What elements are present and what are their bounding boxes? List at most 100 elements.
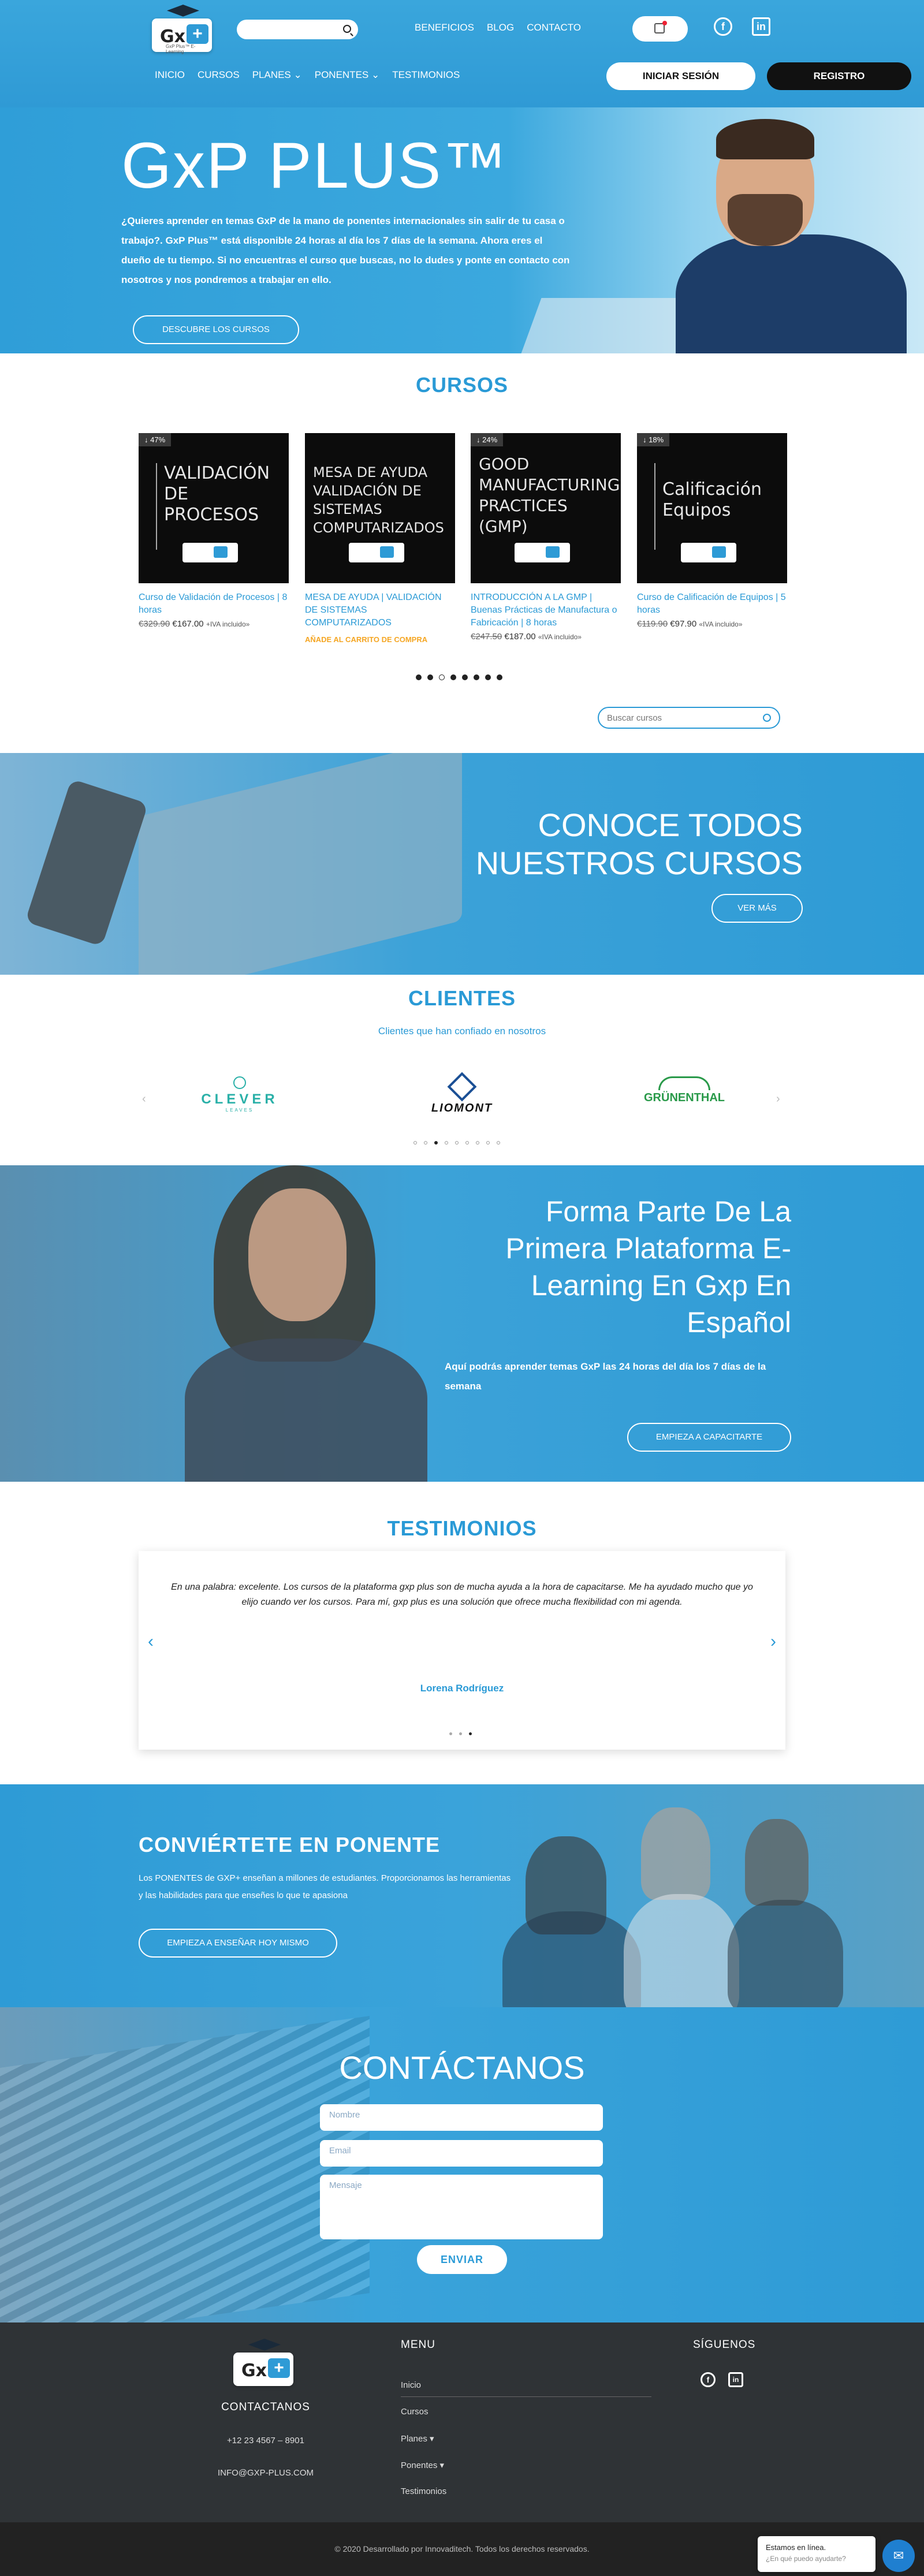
- course-card[interactable]: GOOD MANUFACTURING PRACTICES (GMP) ↓ 24%…: [471, 433, 621, 642]
- hero-photo: [653, 107, 924, 353]
- carousel-dot[interactable]: [485, 674, 491, 680]
- chevron-right-icon[interactable]: ›: [776, 1093, 780, 1106]
- linkedin-icon[interactable]: in: [728, 2372, 743, 2387]
- course-name[interactable]: Curso de Calificación de Equipos | 5 hor…: [637, 591, 787, 617]
- site-logo[interactable]: GxP + GxP Plus™ E-Learning: [147, 5, 217, 54]
- logo-tagline: GxP Plus™ E-Learning: [166, 44, 196, 54]
- chevron-left-icon[interactable]: ‹: [148, 1632, 154, 1652]
- carousel-dot[interactable]: [462, 674, 468, 680]
- linkedin-icon[interactable]: in: [752, 17, 770, 36]
- nav-planes[interactable]: PLANES ⌄: [252, 69, 302, 81]
- search-icon[interactable]: [763, 714, 771, 722]
- course-name[interactable]: Curso de Validación de Procesos | 8 hora…: [139, 591, 289, 617]
- banner-title: Forma Parte De La Primera Plataforma E-L…: [505, 1195, 791, 1339]
- footer-menu-title: MENU: [401, 2339, 435, 2351]
- carousel-dot[interactable]: [439, 674, 445, 680]
- add-to-cart-link[interactable]: AÑADE AL CARRITO DE COMPRA: [305, 635, 455, 644]
- carousel-dot[interactable]: [449, 1732, 452, 1735]
- footer-contact-title: CONTACTANOS: [221, 2401, 310, 2413]
- course-image[interactable]: GOOD MANUFACTURING PRACTICES (GMP) ↓ 24%: [471, 433, 621, 583]
- email-field[interactable]: Email: [320, 2140, 603, 2167]
- footer-link-ponentes[interactable]: Ponentes ▾: [401, 2460, 444, 2470]
- hero-copy: ¿Quieres aprender en temas GxP de la man…: [121, 215, 570, 285]
- login-button[interactable]: INICIAR SESIÓN: [606, 62, 755, 90]
- course-search-input[interactable]: Buscar cursos: [598, 707, 780, 729]
- carousel-dot[interactable]: [455, 1141, 459, 1145]
- header-search-input[interactable]: [237, 20, 358, 39]
- course-image[interactable]: Calificación Equipos ↓ 18%: [637, 433, 787, 583]
- nav-blog[interactable]: BLOG: [487, 22, 514, 33]
- course-logo: [681, 543, 736, 562]
- footer-link-inicio[interactable]: Inicio: [401, 2380, 421, 2390]
- course-image[interactable]: MESA DE AYUDA VALIDACIÓN DE SISTEMAS COM…: [305, 433, 455, 583]
- course-card[interactable]: VALIDACIÓN DE PROCESOS ↓ 47% Curso de Va…: [139, 433, 289, 629]
- carousel-dot[interactable]: [486, 1141, 490, 1145]
- course-price: €329.90 €167.00 +IVA incluido»: [139, 619, 250, 629]
- leaf-icon: [233, 1076, 246, 1089]
- course-card[interactable]: Calificación Equipos ↓ 18% Curso de Cali…: [637, 433, 787, 629]
- carousel-dot[interactable]: [450, 674, 456, 680]
- course-name[interactable]: INTRODUCCIÓN A LA GMP | Buenas Prácticas…: [471, 591, 621, 629]
- footer-link-cursos[interactable]: Cursos: [401, 2407, 429, 2417]
- nav-testimonios[interactable]: TESTIMONIOS: [392, 69, 460, 81]
- graduation-cap-icon: [248, 2339, 281, 2351]
- nav-inicio[interactable]: INICIO: [155, 69, 185, 81]
- course-price: €119.90 €97.90 «IVA incluido»: [637, 619, 743, 629]
- cart-badge: [662, 21, 667, 25]
- join-platform-banner: Forma Parte De La Primera Plataforma E-L…: [0, 1165, 924, 1482]
- cart-button[interactable]: [632, 16, 688, 42]
- nav-ponentes[interactable]: PONENTES ⌄: [315, 69, 379, 81]
- chat-widget[interactable]: Estamos en línea. ¿En qué puedo ayudarte…: [758, 2536, 875, 2572]
- carousel-dot[interactable]: [416, 674, 422, 680]
- footer-link-testimonios[interactable]: Testimonios: [401, 2486, 446, 2496]
- footer-phone[interactable]: +12 23 4567 – 8901: [208, 2436, 323, 2445]
- carousel-dot[interactable]: [497, 674, 502, 680]
- chat-status: Estamos en línea.: [766, 2543, 826, 2552]
- nav-contacto[interactable]: CONTACTO: [527, 22, 581, 33]
- start-training-button[interactable]: EMPIEZA A CAPACITARTE: [627, 1423, 791, 1452]
- laptop-photo: [139, 753, 462, 975]
- carousel-dot[interactable]: [474, 674, 479, 680]
- carousel-dot[interactable]: [459, 1732, 462, 1735]
- footer-logo[interactable]: GxP +: [229, 2339, 298, 2387]
- carousel-dot[interactable]: [497, 1141, 500, 1145]
- course-image[interactable]: VALIDACIÓN DE PROCESOS ↓ 47%: [139, 433, 289, 583]
- discover-courses-button[interactable]: DESCUBRE LOS CURSOS: [133, 315, 299, 344]
- facebook-icon[interactable]: f: [701, 2372, 716, 2387]
- name-field[interactable]: Nombre: [320, 2104, 603, 2131]
- footer-email[interactable]: INFO@GXP-PLUS.COM: [208, 2468, 323, 2478]
- footer-follow-title: SÍGUENOS: [693, 2339, 756, 2351]
- send-button[interactable]: ENVIAR: [417, 2245, 507, 2274]
- footer-link-planes[interactable]: Planes ▾: [401, 2433, 434, 2444]
- woman-photo: [173, 1165, 439, 1482]
- course-card[interactable]: MESA DE AYUDA VALIDACIÓN DE SISTEMAS COM…: [305, 433, 455, 644]
- start-teaching-button[interactable]: EMPIEZA A ENSEÑAR HOY MISMO: [139, 1929, 337, 1958]
- carousel-dot[interactable]: [427, 674, 433, 680]
- facebook-icon[interactable]: f: [714, 17, 732, 36]
- nav-cursos[interactable]: CURSOS: [198, 69, 240, 81]
- carousel-dot[interactable]: [445, 1141, 448, 1145]
- testimonial-author: Lorena Rodríguez: [420, 1683, 504, 1694]
- message-field[interactable]: Mensaje: [320, 2175, 603, 2239]
- contact-section: CONTÁCTANOS Nombre Email Mensaje ENVIAR: [0, 2007, 924, 2322]
- divider: [401, 2396, 651, 2397]
- carousel-dot[interactable]: [413, 1141, 417, 1145]
- footer-social: f in: [701, 2372, 743, 2387]
- nav-beneficios[interactable]: BENEFICIOS: [415, 22, 474, 33]
- carousel-dot[interactable]: [476, 1141, 479, 1145]
- carousel-dot[interactable]: [434, 1141, 438, 1145]
- carousel-dot[interactable]: [424, 1141, 427, 1145]
- register-button[interactable]: REGISTRO: [767, 62, 911, 90]
- page: GxP + GxP Plus™ E-Learning BENEFICIOS BL…: [0, 0, 924, 2576]
- chat-prompt: ¿En qué puedo ayudarte?: [766, 2555, 846, 2563]
- chevron-left-icon[interactable]: ‹: [142, 1093, 146, 1106]
- carousel-dot[interactable]: [469, 1732, 472, 1735]
- carousel-dot[interactable]: [465, 1141, 469, 1145]
- discount-badge: ↓ 24%: [471, 433, 504, 446]
- chevron-right-icon[interactable]: ›: [770, 1632, 776, 1652]
- course-name[interactable]: MESA DE AYUDA | VALIDACIÓN DE SISTEMAS C…: [305, 591, 455, 629]
- course-logo: [182, 543, 238, 562]
- chat-bubble-icon[interactable]: ✉: [882, 2540, 915, 2572]
- search-icon[interactable]: [343, 25, 351, 33]
- see-more-button[interactable]: VER MÁS: [711, 894, 803, 923]
